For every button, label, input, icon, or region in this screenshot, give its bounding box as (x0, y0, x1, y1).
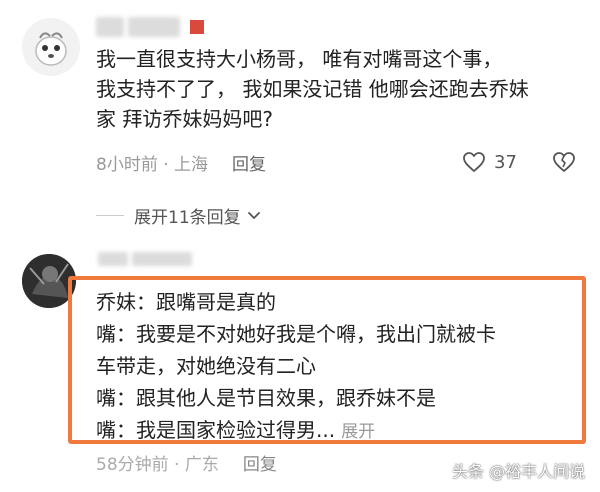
expand-replies-label: 展开11条回复 (134, 207, 241, 228)
reply-button[interactable]: 回复 (232, 150, 266, 175)
comment-line-last: 嘴：我是国家检验过得男... 展开 (96, 414, 576, 448)
blurred-name (128, 17, 180, 37)
comment-line: 嘴：跟其他人是节目效果，跟乔妹不是 (96, 386, 436, 410)
timestamp-location: 58分钟前 · 广东 (96, 454, 219, 475)
expand-replies-button[interactable]: 展开11条回复 (96, 202, 263, 228)
watermark-text: 头条 @裕丰人间说 (452, 462, 586, 481)
comment-meta: 58分钟前 · 广东 回复 (96, 448, 277, 476)
avatar[interactable] (22, 18, 80, 76)
expand-text-button[interactable]: 展开 (341, 422, 375, 442)
blurred-name (98, 252, 128, 266)
comment-meta: 8小时前 · 上海 回复 (96, 148, 266, 176)
like-button[interactable]: 37 (462, 148, 517, 176)
comment-line: 嘴：我是国家检验过得男... (96, 418, 336, 442)
like-count: 37 (494, 151, 517, 173)
divider (96, 214, 124, 216)
comment-line: 乔妹：跟嘴哥是真的 (96, 290, 276, 314)
comment-line: 车带走，对她绝没有二心 (96, 354, 316, 378)
heart-icon (463, 152, 485, 172)
blurred-name (132, 252, 192, 266)
user-badge-icon (190, 20, 204, 34)
username[interactable] (96, 14, 204, 40)
timestamp-location: 8小时前 · 上海 (96, 154, 209, 175)
blurred-name (96, 17, 124, 37)
broken-heart-icon[interactable] (552, 150, 576, 174)
comment-text: 我一直很支持大小杨哥， 唯有对嘴哥这个事， 我支持不了了， 我如果没记错 他哪会… (96, 44, 566, 134)
comment-thread: 我一直很支持大小杨哥， 唯有对嘴哥这个事， 我支持不了了， 我如果没记错 他哪会… (0, 0, 600, 492)
comment-line: 我一直很支持大小杨哥， 唯有对嘴哥这个事， (96, 47, 503, 71)
chevron-down-icon (247, 212, 260, 219)
comment-line: 嘴：我要是不对她好我是个嘚，我出门就被卡 (96, 322, 496, 346)
comment-text: 乔妹：跟嘴哥是真的 嘴：我要是不对她好我是个嘚，我出门就被卡 车带走，对她绝没有… (96, 286, 576, 448)
reply-button[interactable]: 回复 (243, 450, 277, 475)
username[interactable] (98, 252, 192, 272)
watermark: 头条 @裕丰人间说 (452, 458, 585, 482)
comment-line: 我支持不了了， 我如果没记错 他哪会还跑去乔妹 (96, 77, 529, 101)
comment-line: 家 拜访乔妹妈妈吧? (96, 107, 273, 131)
